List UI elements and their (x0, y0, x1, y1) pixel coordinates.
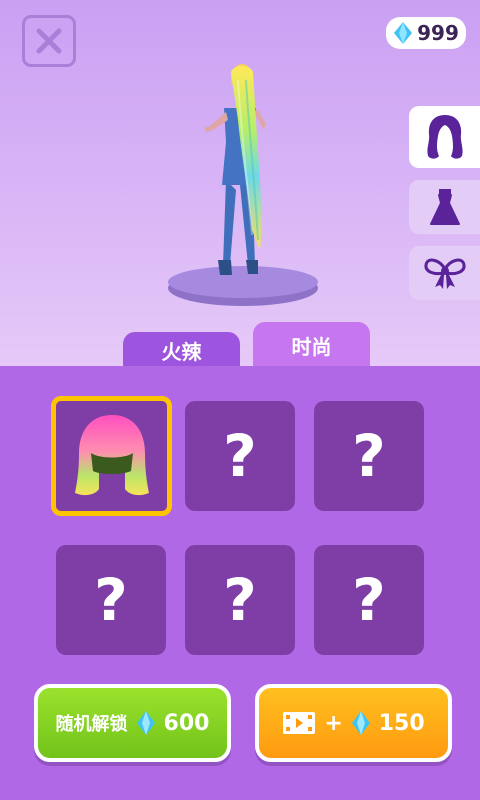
tab-fashion[interactable]: 时尚 (253, 322, 370, 368)
video-plus: + (324, 710, 343, 736)
item-slot-locked[interactable]: ? (185, 545, 295, 655)
gem-counter: 999 (386, 17, 466, 49)
random-unlock-button[interactable]: 随机解锁 600 (34, 684, 231, 762)
category-hair-button[interactable] (409, 106, 480, 168)
gem-icon (394, 22, 413, 44)
hair-icon (426, 115, 463, 159)
item-slot-locked[interactable]: ? (185, 401, 295, 511)
item-slot-locked[interactable]: ? (314, 545, 424, 655)
close-icon (36, 28, 62, 54)
close-button[interactable] (22, 15, 76, 67)
watch-video-button[interactable]: + 150 (255, 684, 452, 762)
item-slot-locked[interactable]: ? (56, 545, 166, 655)
item-slot-hair[interactable] (51, 396, 172, 516)
gem-icon (351, 711, 370, 735)
video-icon (283, 712, 316, 734)
category-dress-button[interactable] (409, 180, 480, 234)
gem-icon (136, 711, 155, 735)
random-unlock-label: 随机解锁 (55, 714, 128, 735)
dress-icon (429, 189, 460, 225)
locked-question-mark: ? (94, 566, 128, 634)
video-reward: 150 (378, 710, 425, 736)
tab-hot[interactable]: 火辣 (123, 332, 240, 368)
bow-icon (423, 258, 466, 289)
category-bow-button[interactable] (409, 246, 480, 300)
wig-icon (74, 415, 149, 496)
locked-question-mark: ? (352, 422, 386, 490)
locked-question-mark: ? (223, 566, 257, 634)
locked-question-mark: ? (223, 422, 257, 490)
character-preview (168, 60, 318, 310)
gem-count: 999 (417, 21, 459, 45)
item-slot-locked[interactable]: ? (314, 401, 424, 511)
random-unlock-cost: 600 (163, 710, 210, 736)
locked-question-mark: ? (352, 566, 386, 634)
